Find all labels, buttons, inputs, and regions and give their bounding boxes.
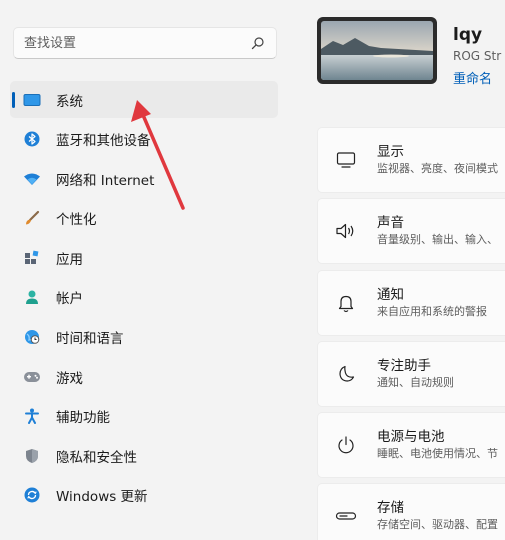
display-icon (334, 148, 358, 172)
speaker-icon (334, 219, 358, 243)
sidebar-item-personalization[interactable]: 个性化 (10, 200, 278, 237)
card-storage[interactable]: 存储 存储空间、驱动器、配置 (317, 483, 505, 540)
card-subtitle: 来自应用和系统的警报 (377, 304, 487, 318)
card-title: 通知 (377, 286, 404, 303)
sidebar-item-label: 网络和 Internet (56, 172, 155, 189)
device-name: ROG Str (453, 49, 502, 63)
device-wallpaper-thumbnail[interactable] (317, 17, 437, 84)
moon-icon (334, 362, 358, 386)
card-title: 电源与电池 (377, 429, 445, 446)
storage-drive-icon (334, 504, 358, 528)
sidebar-item-label: Windows 更新 (56, 489, 148, 506)
user-name: lqy (453, 25, 483, 45)
sidebar-item-accounts[interactable]: 帐户 (10, 279, 278, 316)
person-icon (22, 287, 42, 307)
card-subtitle: 睡眠、电池使用情况、节 (377, 447, 498, 461)
gamepad-icon (22, 367, 42, 387)
sidebar-nav: 系统 蓝牙和其他设备 网络和 Internet 个性化 应用 帐户 时间和语言 … (10, 81, 278, 517)
card-title: 显示 (377, 144, 404, 160)
sidebar-item-label: 时间和语言 (56, 331, 124, 348)
search-icon[interactable] (250, 35, 266, 51)
card-subtitle: 音量级别、输出、输入、 (377, 233, 498, 247)
accessibility-icon (22, 406, 42, 426)
card-title: 声音 (377, 215, 404, 232)
search-input[interactable] (24, 35, 250, 51)
brush-icon (22, 208, 42, 228)
sidebar-item-label: 隐私和安全性 (56, 449, 137, 466)
sidebar-item-apps[interactable]: 应用 (10, 239, 278, 276)
sidebar-item-windows-update[interactable]: Windows 更新 (10, 477, 278, 514)
sidebar-item-label: 帐户 (56, 291, 83, 308)
sidebar-item-accessibility[interactable]: 辅助功能 (10, 398, 278, 435)
card-notifications[interactable]: 通知 来自应用和系统的警报 (317, 269, 505, 336)
card-subtitle: 通知、自动规则 (377, 375, 454, 389)
sidebar-item-label: 辅助功能 (56, 410, 110, 427)
sidebar-item-label: 蓝牙和其他设备 (56, 133, 151, 150)
sidebar-item-privacy[interactable]: 隐私和安全性 (10, 437, 278, 474)
wifi-icon (22, 169, 42, 189)
bluetooth-icon (22, 129, 42, 149)
sidebar-item-time-language[interactable]: 时间和语言 (10, 319, 278, 356)
sidebar-item-label: 系统 (56, 93, 83, 110)
globe-clock-icon (22, 327, 42, 347)
card-subtitle: 监视器、亮度、夜间模式 (377, 162, 498, 175)
sidebar-item-label: 游戏 (56, 370, 83, 387)
shield-icon (22, 446, 42, 466)
sidebar-item-bluetooth[interactable]: 蓝牙和其他设备 (10, 121, 278, 158)
sidebar-item-network[interactable]: 网络和 Internet (10, 160, 278, 197)
card-focus-assist[interactable]: 专注助手 通知、自动规则 (317, 340, 505, 407)
sidebar-item-gaming[interactable]: 游戏 (10, 358, 278, 395)
settings-list: 显示 监视器、亮度、夜间模式 声音 音量级别、输出、输入、 通知 来自应用和系统… (317, 127, 505, 540)
card-title: 存储 (377, 500, 404, 517)
card-display[interactable]: 显示 监视器、亮度、夜间模式 (317, 127, 505, 193)
power-icon (334, 433, 358, 457)
update-icon (22, 485, 42, 505)
apps-icon (22, 248, 42, 268)
sidebar-item-label: 应用 (56, 251, 83, 268)
card-sound[interactable]: 声音 音量级别、输出、输入、 (317, 198, 505, 265)
sidebar-item-system[interactable]: 系统 (10, 81, 278, 118)
rename-link[interactable]: 重命名 (453, 68, 492, 87)
bell-icon (334, 291, 358, 315)
card-power-battery[interactable]: 电源与电池 睡眠、电池使用情况、节 (317, 412, 505, 479)
monitor-icon (22, 90, 42, 110)
card-subtitle: 存储空间、驱动器、配置 (377, 518, 498, 532)
card-title: 专注助手 (377, 357, 431, 374)
search-box[interactable] (13, 27, 277, 59)
sidebar-item-label: 个性化 (56, 212, 97, 229)
